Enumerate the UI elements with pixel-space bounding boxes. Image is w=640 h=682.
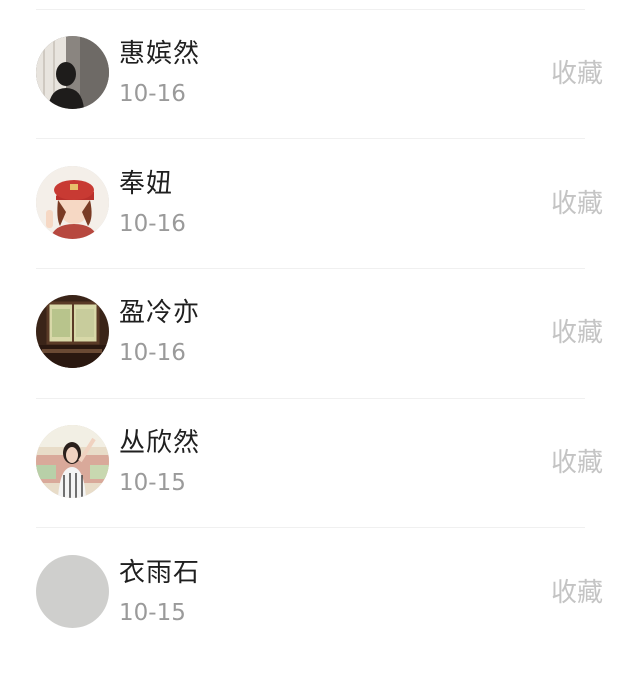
contact-name: 盈冷亦 (119, 298, 201, 328)
list-item[interactable]: 丛欣然 10-15 收藏 (0, 397, 640, 526)
contact-date: 10-16 (119, 211, 186, 237)
contact-name: 丛欣然 (119, 428, 201, 458)
list-item[interactable]: 奉妞 10-16 收藏 (0, 138, 640, 267)
avatar-placeholder[interactable] (36, 555, 109, 628)
cartoon-girl-avatar-icon (36, 166, 109, 239)
favorite-button[interactable]: 收藏 (551, 315, 603, 351)
list-item[interactable]: 盈冷亦 10-16 收藏 (0, 267, 640, 396)
favorite-button[interactable]: 收藏 (551, 56, 603, 92)
silhouette-avatar-icon (36, 36, 109, 109)
contact-date: 10-15 (119, 470, 186, 496)
list-item[interactable]: 惠嫔然 10-16 收藏 (0, 8, 640, 137)
list-item[interactable]: 衣雨石 10-15 收藏 (0, 527, 640, 656)
favorite-button[interactable]: 收藏 (551, 186, 603, 222)
favorite-button[interactable]: 收藏 (551, 445, 603, 481)
contact-list: 惠嫔然 10-16 收藏 奉妞 10-16 收藏 盈冷亦 10-16 收藏 丛欣… (0, 0, 640, 682)
avatar[interactable] (36, 425, 109, 498)
avatar[interactable] (36, 36, 109, 109)
contact-name: 奉妞 (119, 169, 174, 199)
contact-name: 惠嫔然 (119, 39, 201, 69)
girl-photo-avatar-icon (36, 425, 109, 498)
contact-date: 10-15 (119, 600, 186, 626)
contact-name: 衣雨石 (119, 558, 201, 588)
contact-date: 10-16 (119, 81, 186, 107)
contact-date: 10-16 (119, 340, 186, 366)
window-scene-avatar-icon (36, 295, 109, 368)
avatar[interactable] (36, 295, 109, 368)
favorite-button[interactable]: 收藏 (551, 575, 603, 611)
avatar[interactable] (36, 166, 109, 239)
